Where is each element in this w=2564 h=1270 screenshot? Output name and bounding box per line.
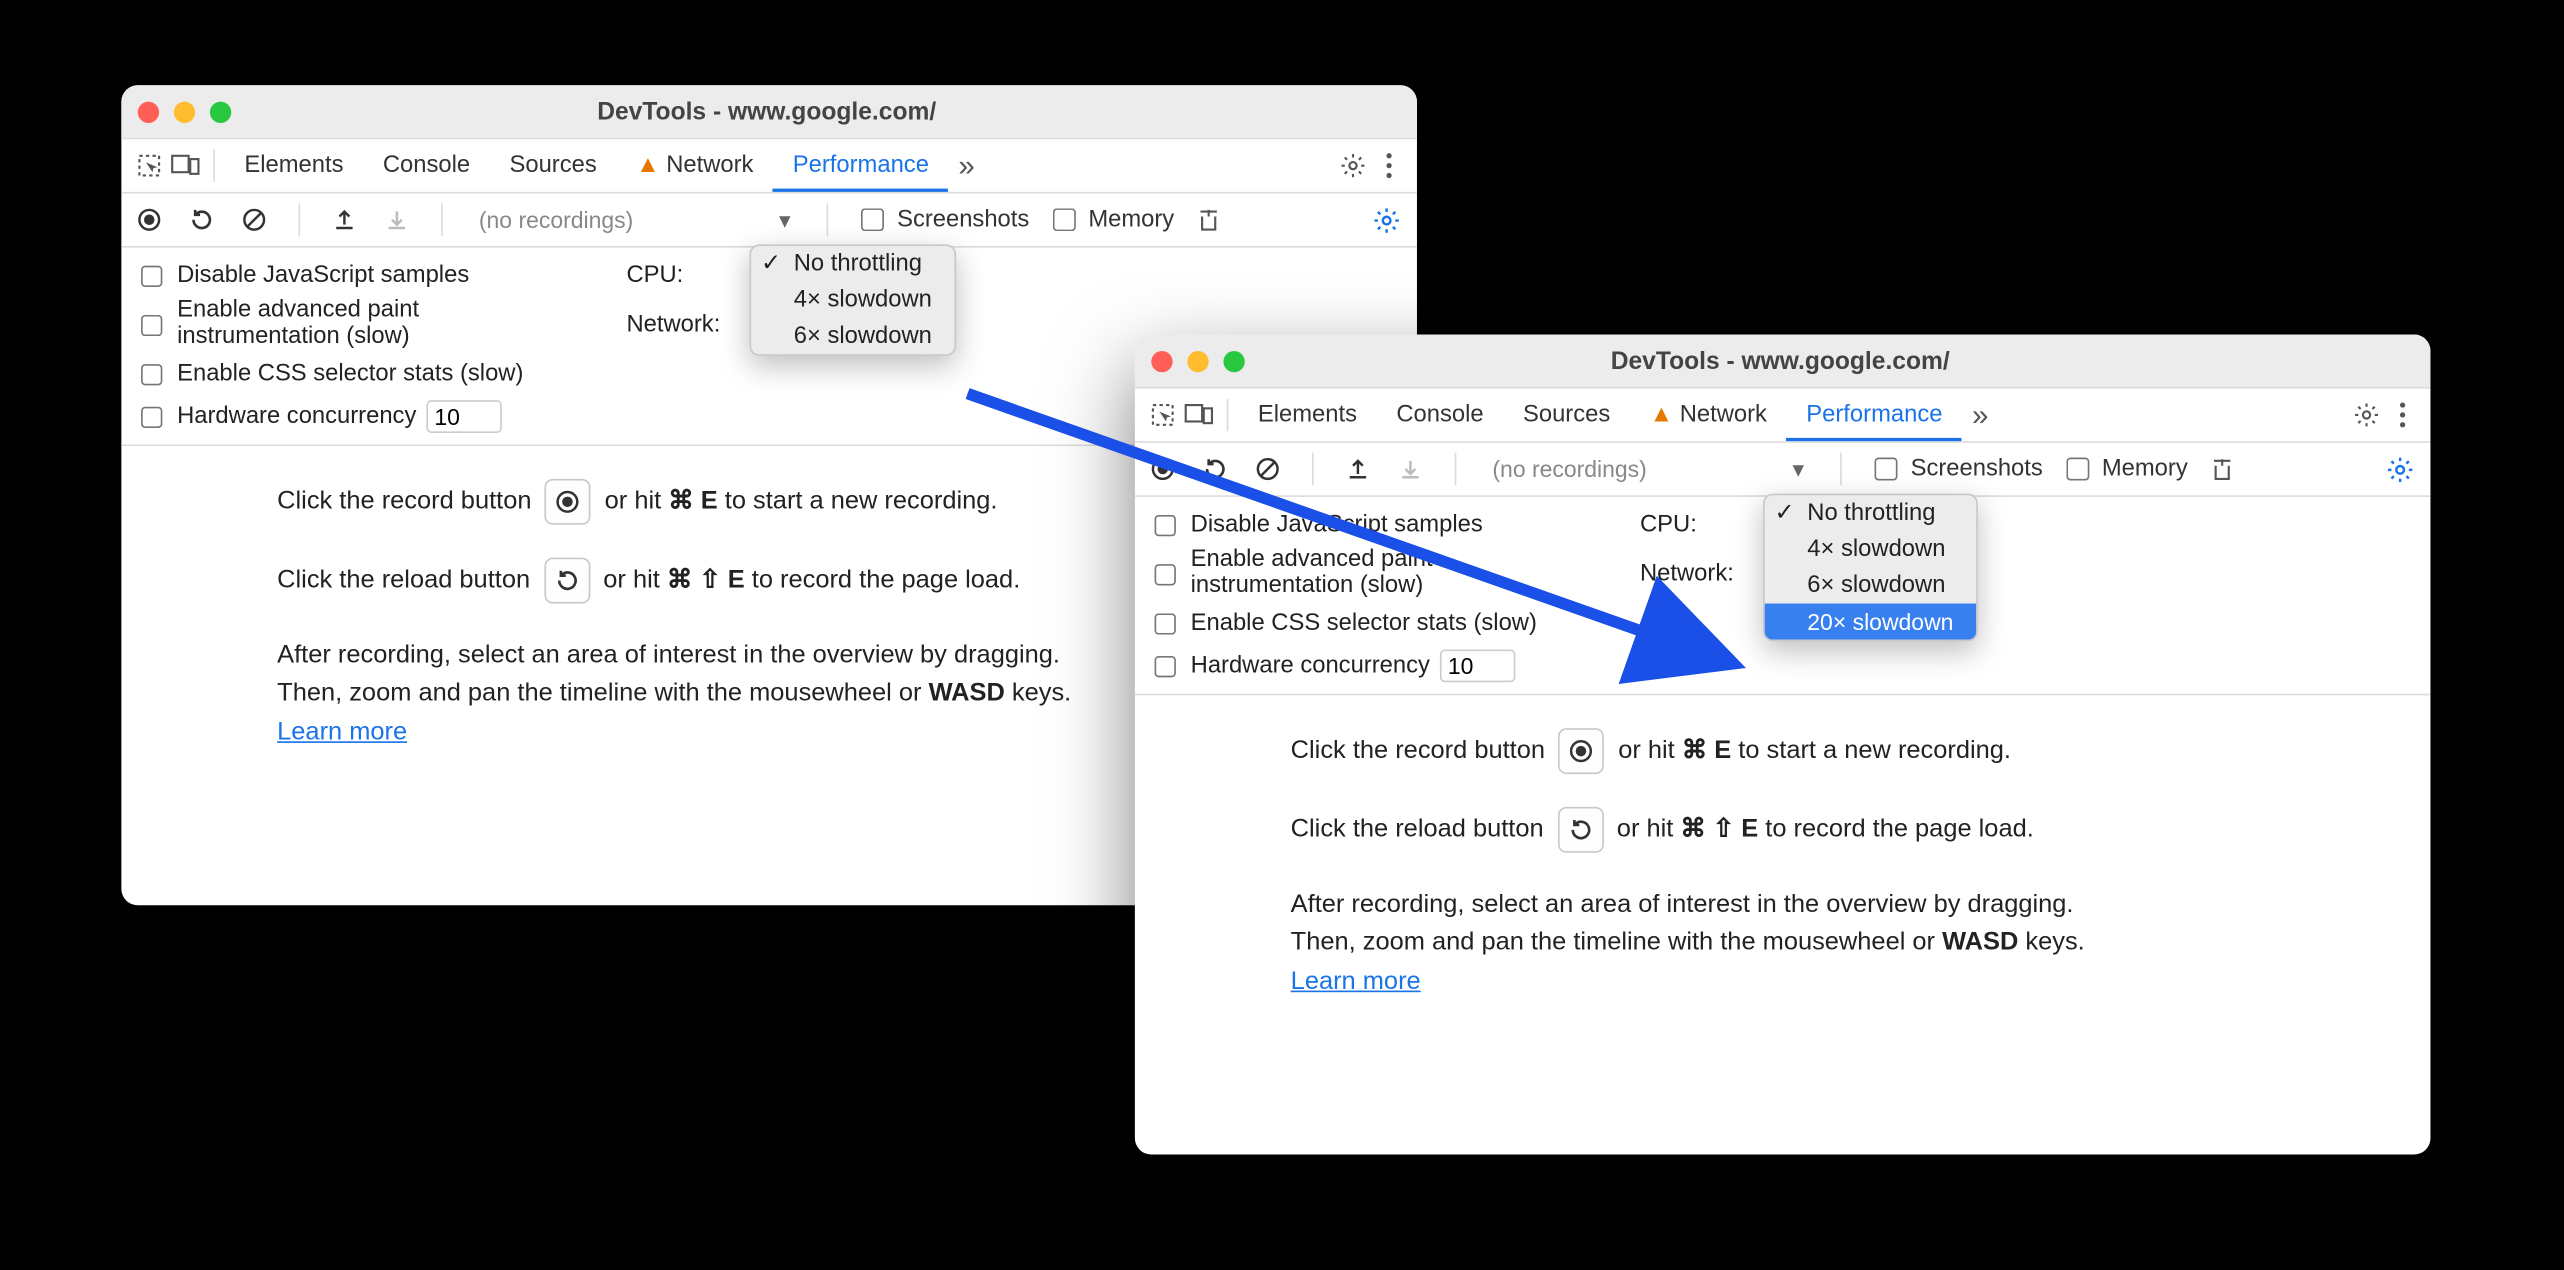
download-icon[interactable]: [379, 202, 415, 238]
check-icon: ✓: [761, 251, 781, 277]
throttle-option-6x[interactable]: 6× slowdown: [751, 318, 955, 354]
perf-toolbar: (no recordings)▾ Screenshots Memory: [121, 194, 1417, 248]
reload-hint: Click the reload button or hit ⌘ ⇧ E to …: [1291, 807, 2391, 853]
upload-icon[interactable]: [326, 202, 362, 238]
window-title: DevTools - www.google.com/: [1258, 347, 2303, 375]
window-controls: [1151, 350, 1244, 371]
tab-network[interactable]: ▲Network: [616, 139, 773, 191]
hardware-concurrency-checkbox[interactable]: Hardware concurrency: [134, 401, 416, 432]
recordings-select[interactable]: (no recordings)▾: [469, 206, 800, 234]
kebab-icon[interactable]: [2385, 402, 2421, 428]
perf-empty-state: Click the record button or hit ⌘ E to st…: [1135, 695, 2431, 1016]
device-icon[interactable]: [167, 148, 203, 184]
gc-icon[interactable]: [1191, 202, 1227, 238]
minimize-icon[interactable]: [1187, 350, 1208, 371]
disable-js-samples-checkbox[interactable]: Disable JavaScript samples: [134, 260, 469, 291]
clear-icon[interactable]: [236, 202, 272, 238]
record-hint: Click the record button or hit ⌘ E to st…: [1291, 728, 2391, 774]
cpu-label: CPU:: [626, 262, 683, 288]
inspect-icon[interactable]: [131, 148, 167, 184]
window-title: DevTools - www.google.com/: [244, 98, 1289, 126]
tab-performance[interactable]: Performance: [1787, 389, 1963, 441]
tab-console[interactable]: Console: [363, 139, 490, 191]
throttle-option-none[interactable]: ✓No throttling: [751, 246, 955, 282]
advanced-paint-checkbox[interactable]: Enable advanced paint instrumentation (s…: [134, 299, 554, 351]
gc-icon[interactable]: [2204, 451, 2240, 487]
cpu-throttling-dropdown: ✓No throttling 4× slowdown 6× slowdown: [749, 244, 956, 356]
annotation-arrow: [951, 377, 1804, 705]
tab-sources[interactable]: Sources: [490, 139, 617, 191]
tab-elements[interactable]: Elements: [225, 139, 364, 191]
capture-settings-icon[interactable]: [2381, 451, 2417, 487]
learn-more-link[interactable]: Learn more: [1291, 967, 1421, 995]
minimize-icon[interactable]: [174, 101, 195, 122]
close-icon[interactable]: [1151, 350, 1172, 371]
separator: [827, 203, 829, 236]
separator: [298, 203, 300, 236]
after-recording-text: After recording, select an area of inter…: [1291, 886, 2391, 1000]
reload-button[interactable]: [544, 558, 590, 604]
memory-checkbox[interactable]: Memory: [1046, 203, 1175, 236]
warning-icon: ▲: [636, 153, 660, 179]
memory-checkbox[interactable]: Memory: [2059, 453, 2188, 486]
reload-icon[interactable]: [184, 202, 220, 238]
chevron-down-icon: ▾: [779, 206, 791, 234]
titlebar: DevTools - www.google.com/: [121, 85, 1417, 139]
close-icon[interactable]: [138, 101, 159, 122]
network-label: Network:: [626, 312, 720, 338]
hardware-concurrency-input[interactable]: [426, 400, 501, 433]
capture-settings-icon[interactable]: [1368, 202, 1404, 238]
zoom-icon[interactable]: [1223, 350, 1244, 371]
settings-icon[interactable]: [2348, 402, 2384, 428]
separator: [1840, 453, 1842, 486]
screenshots-checkbox[interactable]: Screenshots: [1868, 453, 2043, 486]
throttle-option-4x[interactable]: 4× slowdown: [751, 282, 955, 318]
reload-button[interactable]: [1557, 807, 1603, 853]
more-tabs-icon[interactable]: »: [949, 148, 985, 182]
kebab-icon[interactable]: [1371, 153, 1407, 179]
more-tabs-icon[interactable]: »: [1962, 398, 1998, 432]
zoom-icon[interactable]: [210, 101, 231, 122]
learn-more-link[interactable]: Learn more: [277, 718, 407, 746]
main-tabs: Elements Console Sources ▲Network Perfor…: [121, 139, 1417, 193]
tab-performance[interactable]: Performance: [773, 140, 949, 192]
record-icon[interactable]: [131, 202, 167, 238]
window-controls: [138, 101, 231, 122]
separator: [213, 149, 215, 182]
css-selector-stats-checkbox[interactable]: Enable CSS selector stats (slow): [134, 358, 523, 389]
settings-icon[interactable]: [1335, 153, 1371, 179]
screenshots-checkbox[interactable]: Screenshots: [854, 203, 1029, 236]
record-button[interactable]: [1559, 728, 1605, 774]
separator: [441, 203, 443, 236]
record-button[interactable]: [545, 479, 591, 525]
